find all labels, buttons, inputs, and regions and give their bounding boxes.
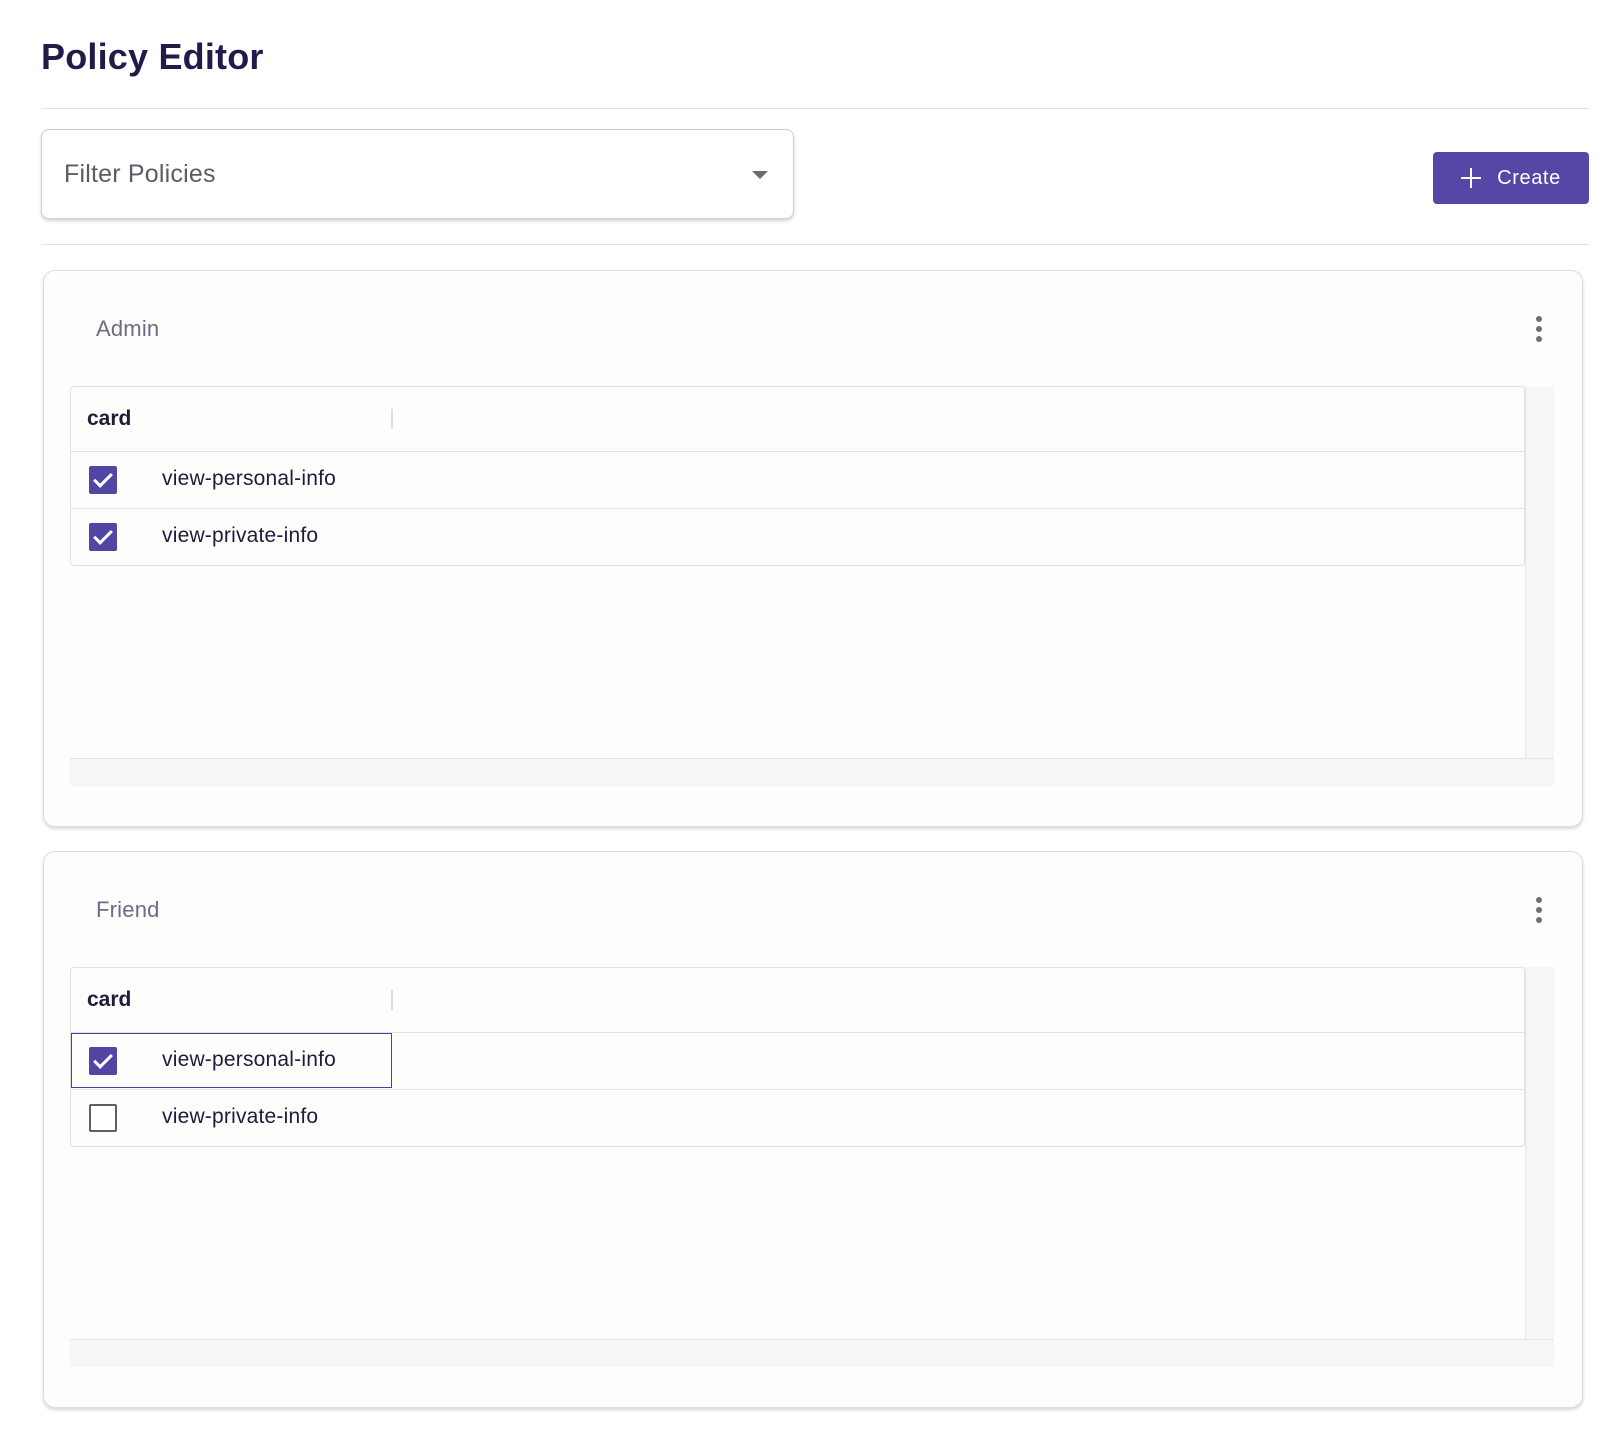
column-resize-handle[interactable] [391, 990, 393, 1010]
table-row: view-personal-info [71, 1033, 1524, 1090]
table-row: view-private-info [71, 509, 1524, 565]
permissions-table-container: card view-personal-info view-private-inf… [70, 386, 1554, 786]
column-header-card[interactable]: card [87, 988, 131, 1012]
column-header-card[interactable]: card [87, 407, 131, 431]
table-row: view-private-info [71, 1090, 1524, 1146]
plus-icon [1461, 168, 1482, 188]
table-row: view-personal-info [71, 452, 1524, 509]
policy-card-friend: Friend card view-personal-info view-priv… [43, 851, 1583, 1408]
vertical-scrollbar[interactable] [1526, 386, 1554, 786]
policy-menu-button[interactable] [1524, 311, 1554, 347]
permissions-table: card view-personal-info view-private-inf… [70, 967, 1525, 1147]
column-resize-handle[interactable] [391, 409, 393, 429]
permission-label: view-private-info [162, 1105, 319, 1128]
table-header: card [71, 387, 1524, 452]
policy-card-admin: Admin card view-personal-info view-priva… [43, 270, 1583, 827]
filter-policies-select[interactable]: Filter Policies [41, 129, 794, 219]
caret-down-icon [752, 171, 768, 179]
permissions-table: card view-personal-info view-private-inf… [70, 386, 1525, 566]
permission-label: view-personal-info [162, 467, 337, 490]
policy-name: Admin [96, 316, 160, 341]
horizontal-scrollbar[interactable] [70, 1339, 1554, 1367]
permission-checkbox[interactable] [89, 1047, 117, 1075]
create-button-label: Create [1497, 166, 1561, 189]
horizontal-scrollbar[interactable] [70, 758, 1554, 786]
table-header: card [71, 968, 1524, 1033]
permission-label: view-personal-info [162, 1048, 337, 1071]
permission-checkbox[interactable] [89, 523, 117, 551]
create-button[interactable]: Create [1433, 152, 1589, 204]
toolbar-divider [41, 244, 1589, 245]
permission-label: view-private-info [162, 524, 319, 547]
header-divider [41, 108, 1589, 109]
permissions-table-container: card view-personal-info view-private-inf… [70, 967, 1554, 1367]
vertical-scrollbar[interactable] [1526, 967, 1554, 1367]
policy-menu-button[interactable] [1524, 892, 1554, 928]
policy-name: Friend [96, 897, 160, 922]
policy-editor-page: Policy Editor Filter Policies Create Adm… [0, 0, 1622, 1456]
permission-checkbox[interactable] [89, 466, 117, 494]
permission-checkbox[interactable] [89, 1104, 117, 1132]
page-title: Policy Editor [41, 36, 264, 77]
filter-policies-placeholder: Filter Policies [64, 160, 216, 188]
